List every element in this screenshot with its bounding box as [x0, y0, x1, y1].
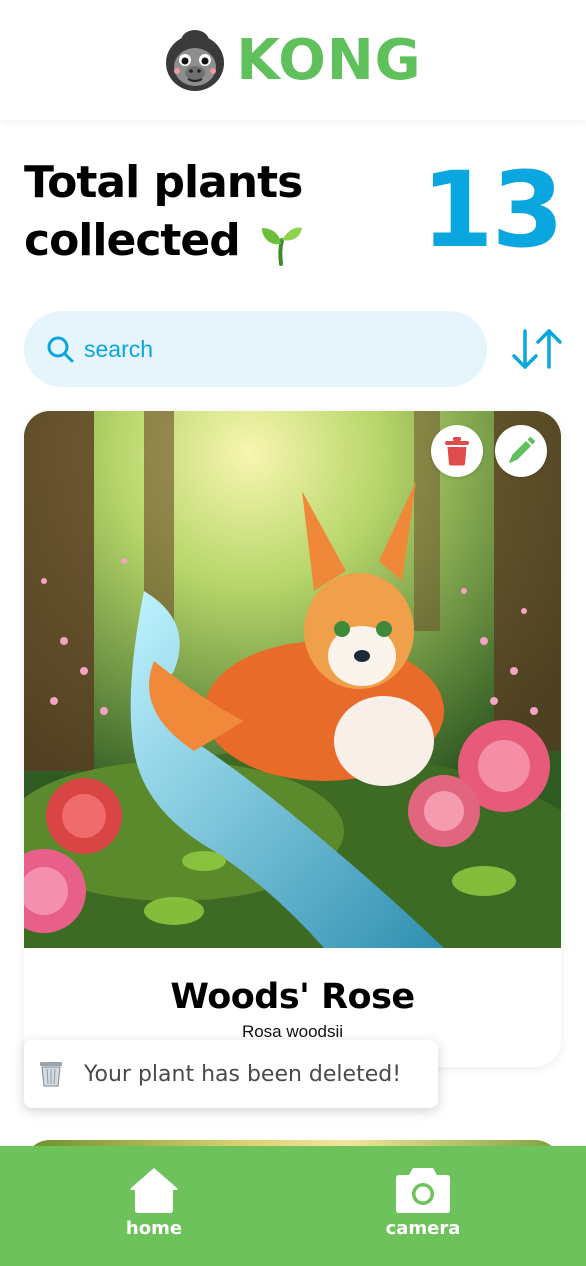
summary-title-line2: collected — [24, 215, 241, 266]
plants-count: 13 — [421, 149, 564, 271]
plants-summary: Total plants collected 13 — [24, 149, 564, 271]
pencil-icon — [509, 437, 535, 463]
app-logo[interactable]: KONG — [164, 27, 421, 93]
home-icon — [130, 1168, 178, 1213]
nav-camera-label: camera — [385, 1218, 461, 1239]
gorilla-icon — [166, 30, 225, 91]
toast-notification: Your plant has been deleted! — [24, 1040, 438, 1108]
summary-title: Total plants collected — [24, 154, 364, 270]
summary-title-line2-wrap: collected — [24, 212, 364, 270]
summary-title-line1: Total plants — [24, 157, 303, 208]
toast-message: Your plant has been deleted! — [84, 1061, 402, 1087]
bottom-navigation: home camera — [0, 1146, 586, 1266]
wastebasket-icon — [40, 1062, 62, 1087]
app-header: KONG — [0, 0, 586, 120]
sort-arrows-icon — [512, 329, 562, 369]
search-icon — [47, 336, 74, 363]
logo-text: KONG — [236, 27, 422, 93]
nav-home-label: home — [125, 1218, 183, 1239]
sprout-icon — [262, 227, 303, 266]
camera-icon — [396, 1168, 450, 1213]
plant-card[interactable]: Woods' Rose Rosa woodsii — [24, 411, 561, 1067]
plant-image[interactable] — [24, 411, 561, 948]
nav-camera[interactable]: camera — [363, 1166, 483, 1239]
trash-icon — [445, 437, 469, 466]
delete-button[interactable] — [431, 425, 483, 477]
plant-name: Woods' Rose — [170, 977, 415, 1017]
edit-button[interactable] — [495, 425, 547, 477]
sort-button[interactable] — [507, 322, 567, 376]
plant-scientific-name: Rosa woodsii — [241, 1022, 344, 1041]
search-bar[interactable] — [24, 311, 487, 387]
search-input[interactable] — [84, 335, 444, 363]
nav-home[interactable]: home — [94, 1166, 214, 1239]
